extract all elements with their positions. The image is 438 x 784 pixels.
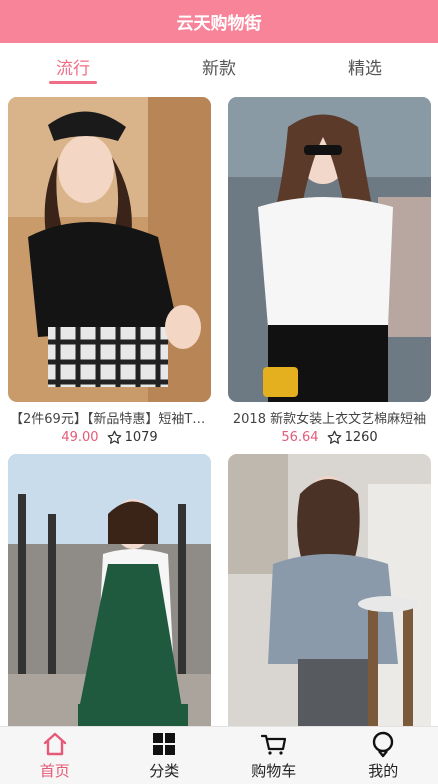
- app-header: 云天购物街: [0, 0, 438, 43]
- nav-cart[interactable]: 购物车: [219, 727, 329, 784]
- product-image[interactable]: [8, 454, 211, 726]
- star-icon: [107, 430, 121, 444]
- favorite-count[interactable]: 1260: [327, 430, 378, 445]
- product-image[interactable]: [228, 454, 431, 726]
- product-grid: 【2件69元】【新品特惠】短袖T恤女 49.00 1079 2018 新款女装上…: [0, 89, 438, 726]
- home-icon: [43, 732, 66, 756]
- app-title: 云天购物街: [176, 14, 262, 34]
- product-card[interactable]: 2018 新款女装上衣文艺棉麻短袖 56.64 1260: [228, 97, 431, 445]
- product-price: 56.64: [281, 430, 319, 445]
- nav-profile-label: 我的: [368, 762, 399, 780]
- profile-icon: [373, 731, 394, 758]
- favorite-count-value: 1079: [124, 430, 158, 445]
- star-icon: [327, 430, 341, 444]
- nav-profile[interactable]: 我的: [329, 727, 438, 784]
- product-price: 49.00: [61, 430, 99, 445]
- product-meta: 49.00 1079: [8, 430, 211, 445]
- nav-category[interactable]: 分类: [110, 727, 220, 784]
- grid-icon: [153, 733, 176, 755]
- product-image[interactable]: [228, 97, 431, 402]
- tab-new[interactable]: 新款: [146, 43, 292, 89]
- product-card[interactable]: 【2件69元】【新品特惠】短袖T恤女 49.00 1079: [8, 97, 211, 445]
- cart-icon: [260, 734, 286, 755]
- product-image[interactable]: [8, 97, 211, 402]
- favorite-count-value: 1260: [344, 430, 378, 445]
- nav-category-label: 分类: [149, 762, 180, 780]
- product-title: 2018 新款女装上衣文艺棉麻短袖: [232, 412, 427, 427]
- product-card[interactable]: [228, 454, 431, 726]
- tab-popular[interactable]: 流行: [0, 43, 146, 89]
- tab-selected[interactable]: 精选: [292, 43, 438, 89]
- nav-home-label: 首页: [39, 762, 70, 780]
- product-title: 【2件69元】【新品特惠】短袖T恤女: [10, 412, 211, 427]
- favorite-count[interactable]: 1079: [107, 430, 158, 445]
- product-card[interactable]: [8, 454, 211, 726]
- nav-cart-label: 购物车: [251, 762, 297, 780]
- nav-home[interactable]: 首页: [0, 727, 110, 784]
- category-tabs: 流行 新款 精选: [0, 43, 438, 89]
- product-meta: 56.64 1260: [228, 430, 431, 445]
- bottom-nav: 首页 分类 购物车 我的: [0, 726, 438, 784]
